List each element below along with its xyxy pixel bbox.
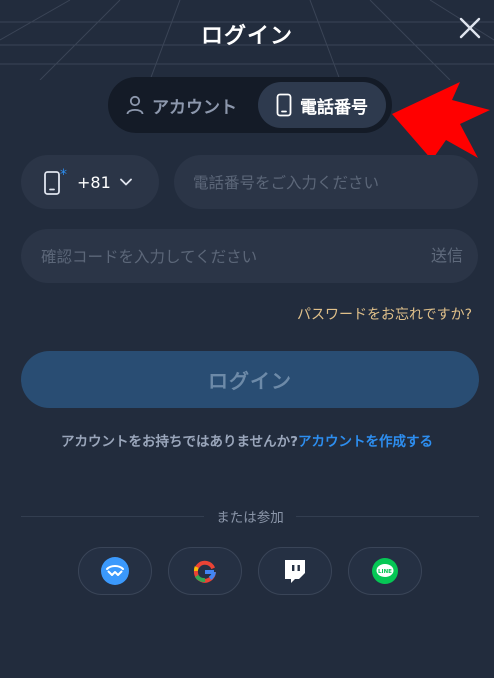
line-icon: LINE bbox=[372, 558, 398, 584]
walletconnect-icon bbox=[101, 557, 129, 585]
send-code-button[interactable]: 送信 bbox=[431, 229, 463, 283]
line-icon-text: LINE bbox=[378, 569, 392, 575]
signup-prompt: アカウントをお持ちではありませんか?アカウントを作成する bbox=[0, 430, 494, 450]
create-account-link[interactable]: アカウントを作成する bbox=[298, 434, 433, 450]
mobile-phone-icon: * bbox=[44, 168, 67, 195]
close-icon[interactable] bbox=[458, 16, 482, 40]
chevron-down-icon bbox=[119, 178, 132, 186]
forgot-password-link[interactable]: パスワードをお忘れですか? bbox=[297, 304, 472, 324]
walletconnect-login-button[interactable] bbox=[78, 547, 152, 595]
divider-label: または参加 bbox=[216, 510, 284, 526]
login-method-tabs: アカウント 電話番号 bbox=[108, 77, 392, 133]
verification-code-field: 送信 bbox=[21, 229, 478, 285]
social-divider: または参加 bbox=[21, 506, 479, 526]
twitch-icon bbox=[285, 560, 305, 583]
page-title: ログイン bbox=[200, 24, 293, 49]
signup-question: アカウントをお持ちではありませんか? bbox=[61, 434, 298, 450]
annotation-arrow-icon bbox=[392, 82, 490, 160]
phone-number-field bbox=[174, 155, 478, 211]
mobile-phone-icon bbox=[276, 93, 292, 117]
login-button[interactable]: ログイン bbox=[21, 351, 479, 408]
line-login-button[interactable]: LINE bbox=[348, 547, 422, 595]
verification-code-input[interactable] bbox=[39, 229, 403, 285]
country-code-value: +81 bbox=[77, 172, 111, 192]
tab-phone-label: 電話番号 bbox=[300, 97, 368, 118]
required-mark: * bbox=[60, 168, 67, 183]
divider-line bbox=[295, 515, 479, 517]
tab-account-label: アカウント bbox=[152, 97, 237, 118]
tab-account[interactable]: アカウント bbox=[126, 82, 237, 128]
twitch-login-button[interactable] bbox=[258, 547, 332, 595]
divider-line bbox=[21, 515, 205, 517]
google-icon bbox=[193, 560, 216, 583]
google-login-button[interactable] bbox=[168, 547, 242, 595]
tab-phone[interactable]: 電話番号 bbox=[258, 82, 386, 128]
phone-number-input[interactable] bbox=[191, 155, 475, 211]
country-code-select[interactable]: * +81 bbox=[21, 155, 159, 209]
user-icon bbox=[126, 95, 144, 115]
